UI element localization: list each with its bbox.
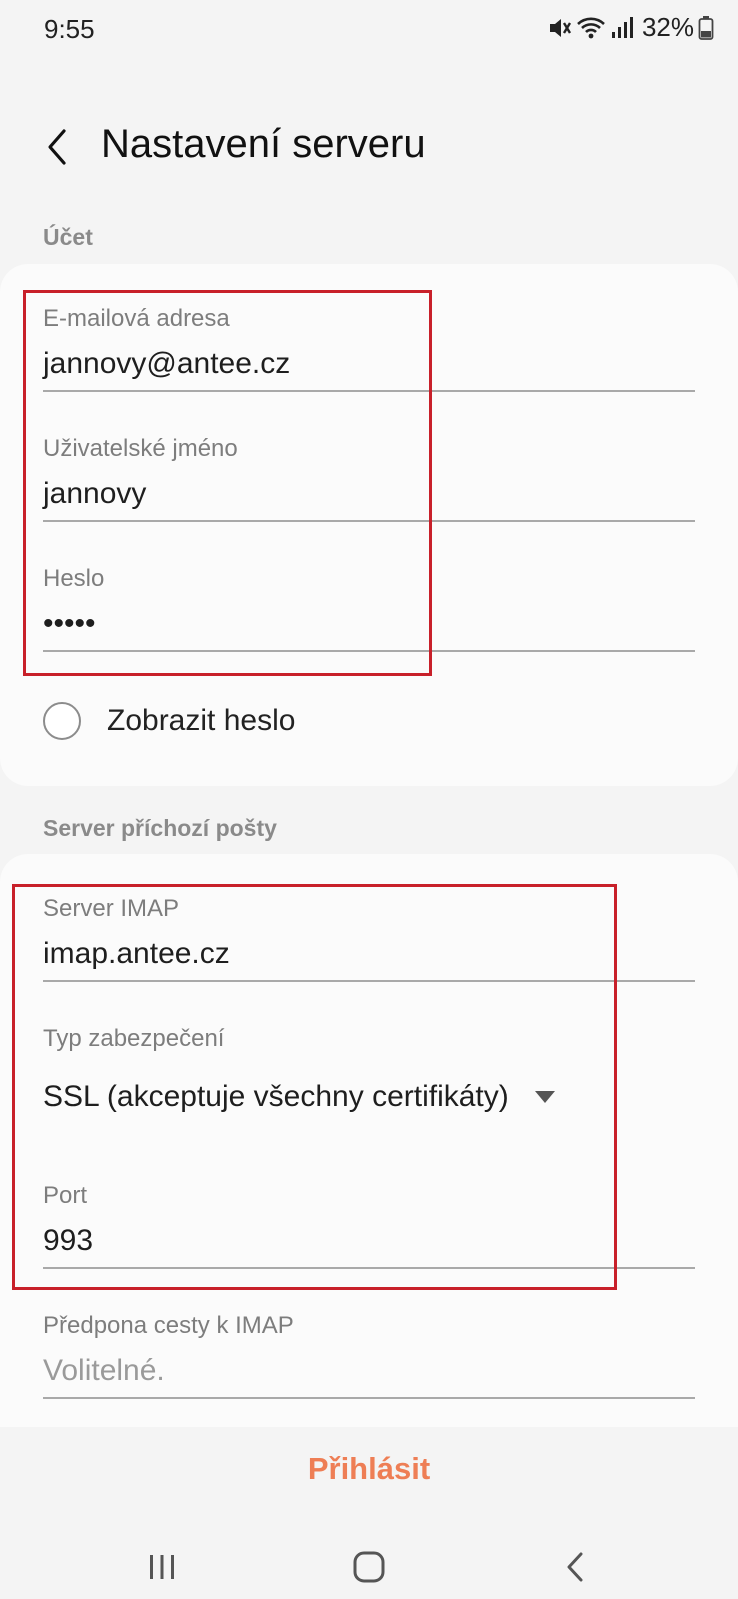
show-password-label: Zobrazit heslo <box>107 704 296 737</box>
server-highlight-box <box>12 884 617 1290</box>
section-label-account: Účet <box>43 224 93 250</box>
signal-icon <box>610 15 634 41</box>
battery-percent: 32% <box>641 12 694 42</box>
imap-prefix-underline <box>43 1397 695 1399</box>
chevron-left-icon <box>48 129 66 165</box>
show-password-toggle[interactable]: Zobrazit heslo <box>43 702 295 740</box>
page-title: Nastavení serveru <box>101 122 426 166</box>
login-button[interactable]: Přihlásit <box>0 1427 738 1511</box>
section-label-incoming: Server příchozí pošty <box>43 815 277 841</box>
imap-prefix-placeholder[interactable]: Volitelné. <box>43 1351 695 1391</box>
status-bar: 9:55 32% <box>0 0 738 60</box>
status-time: 9:55 <box>44 14 95 44</box>
status-icons: 32% <box>546 12 714 43</box>
bottom-bar: Přihlásit <box>0 1427 738 1599</box>
back-icon <box>567 1552 583 1582</box>
show-password-checkbox[interactable] <box>43 702 81 740</box>
imap-prefix-label: Předpona cesty k IMAP <box>43 1312 294 1339</box>
account-highlight-box <box>23 290 432 676</box>
nav-back-button[interactable] <box>546 1537 606 1597</box>
recent-apps-icon <box>150 1555 174 1579</box>
back-button[interactable] <box>40 124 74 170</box>
app-bar: Nastavení serveru <box>0 110 738 190</box>
system-nav-bar <box>0 1537 738 1597</box>
home-icon <box>353 1551 385 1583</box>
battery-icon <box>698 15 714 41</box>
home-button[interactable] <box>339 1537 399 1597</box>
recent-apps-button[interactable] <box>132 1537 192 1597</box>
mute-vibrate-icon <box>546 15 572 41</box>
imap-prefix-field[interactable]: Předpona cesty k IMAP Volitelné. <box>43 1311 695 1391</box>
wifi-icon <box>576 15 606 41</box>
